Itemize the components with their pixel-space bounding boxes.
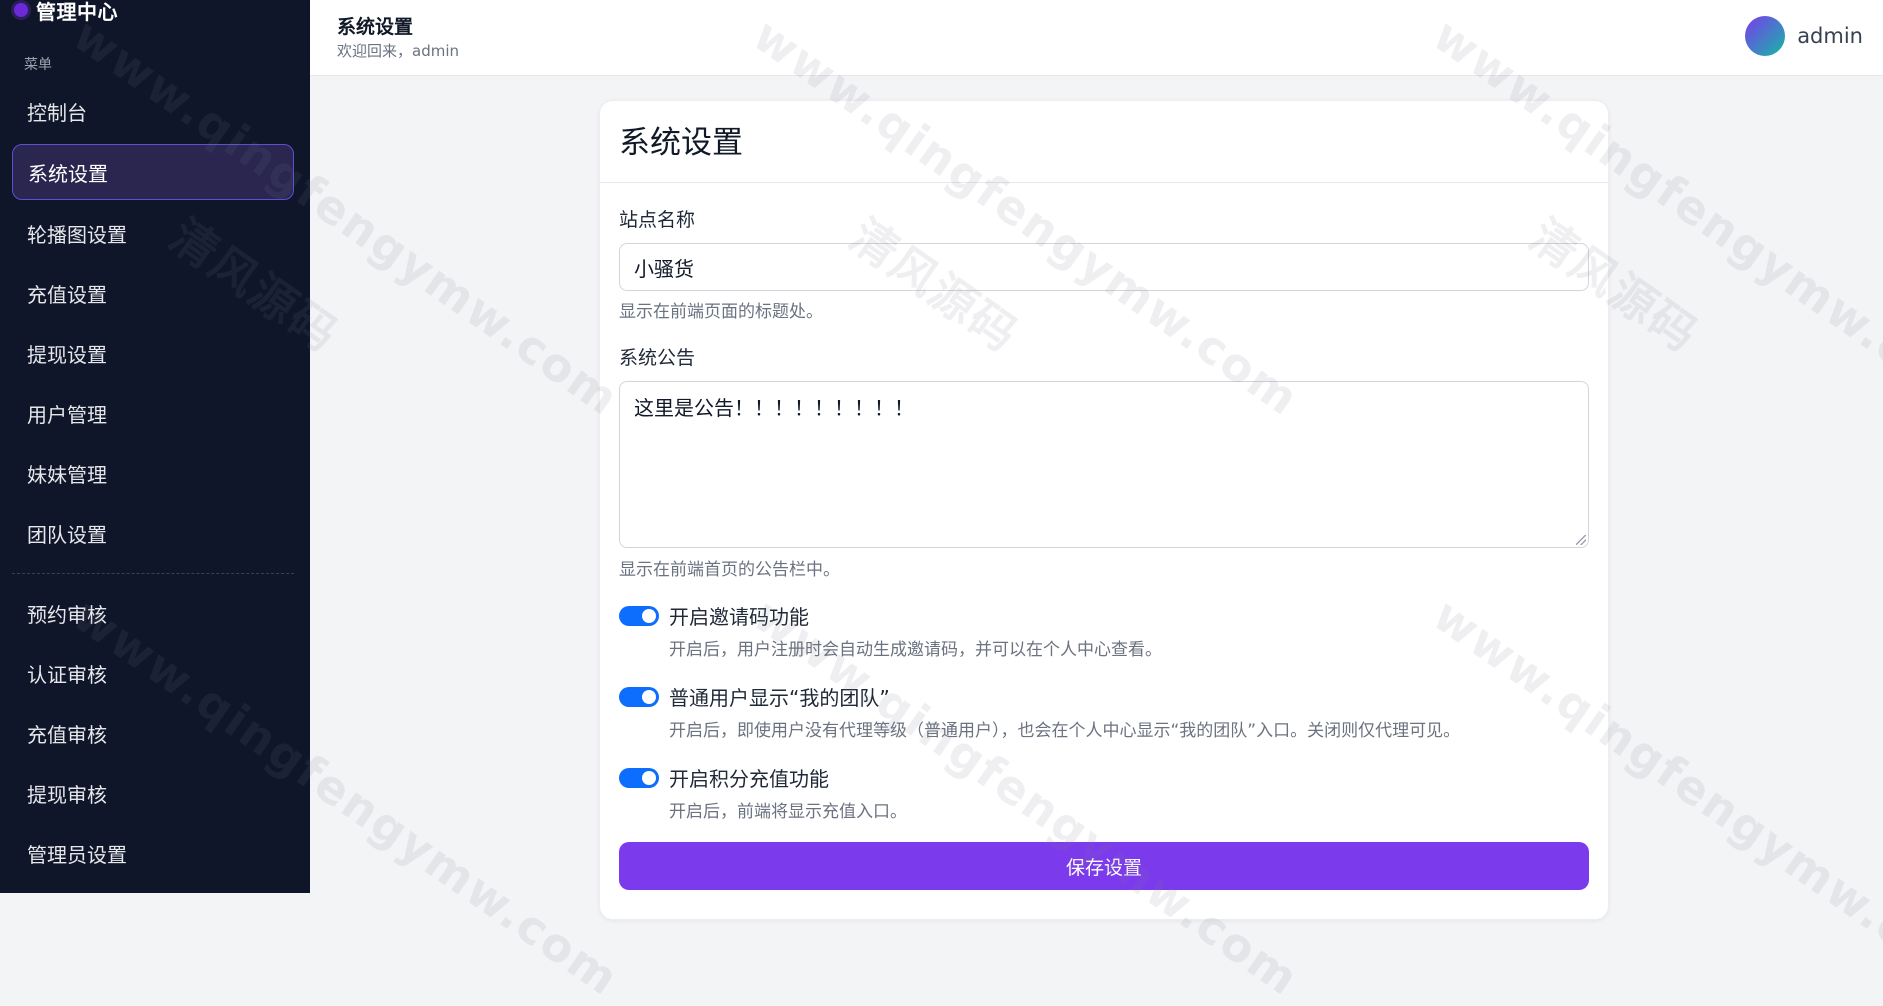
sidebar: 管理中心 菜单 控制台 系统设置 轮播图设置 充值设置 提现设置 用户管理 妹妹… [0, 0, 310, 893]
notice-value: 这里是公告！！！！！！！！！ [634, 396, 914, 420]
points-recharge-toggle-label[interactable]: 开启积分充值功能 [669, 763, 829, 792]
my-team-toggle-label[interactable]: 普通用户显示“我的团队” [669, 682, 890, 711]
top-header: 系统设置 欢迎回来，admin admin [310, 0, 1883, 76]
notice-label: 系统公告 [619, 347, 696, 369]
sidebar-item-withdraw-review[interactable]: 提现审核 [12, 765, 294, 821]
menu-divider [12, 573, 294, 574]
invite-code-toggle[interactable] [619, 605, 659, 626]
sidebar-item-sister-management[interactable]: 妹妹管理 [12, 445, 294, 501]
sidebar-item-dashboard[interactable]: 控制台 [12, 83, 294, 139]
brand-logo-icon [14, 3, 28, 17]
notice-help: 显示在前端首页的公告栏中。 [619, 560, 840, 580]
brand-title: 管理中心 [36, 0, 118, 24]
site-name-input[interactable]: 小骚货 [619, 243, 1589, 291]
toggle-knob [642, 608, 656, 623]
sidebar-item-recharge-settings[interactable]: 充值设置 [12, 265, 294, 321]
points-recharge-help: 开启后，前端将显示充值入口。 [669, 802, 907, 822]
sidebar-item-system-settings[interactable]: 系统设置 [12, 144, 294, 200]
menu-caption: 菜单 [24, 57, 52, 73]
welcome-text: 欢迎回来，admin [337, 42, 460, 60]
sidebar-item-admin-settings[interactable]: 管理员设置 [12, 825, 294, 881]
sidebar-item-verification-review[interactable]: 认证审核 [12, 645, 294, 701]
page-title: 系统设置 [337, 16, 414, 38]
user-menu[interactable]: admin [1745, 16, 1863, 56]
card-divider [600, 182, 1608, 183]
resize-handle-icon[interactable] [1576, 535, 1586, 545]
toggle-knob [642, 689, 656, 704]
username[interactable]: admin [1797, 24, 1863, 48]
site-name-label: 站点名称 [619, 209, 696, 231]
my-team-toggle-row: 普通用户显示“我的团队” [619, 682, 890, 711]
invite-code-help: 开启后，用户注册时会自动生成邀请码，并可以在个人中心查看。 [669, 640, 1162, 660]
toggle-knob [642, 770, 656, 785]
save-settings-button[interactable]: 保存设置 [619, 842, 1589, 890]
sidebar-item-user-management[interactable]: 用户管理 [12, 385, 294, 441]
site-name-help: 显示在前端页面的标题处。 [619, 302, 823, 322]
settings-card: 系统设置 站点名称 小骚货 显示在前端页面的标题处。 系统公告 这里是公告！！！… [599, 100, 1609, 920]
notice-textarea[interactable]: 这里是公告！！！！！！！！！ [619, 381, 1589, 548]
sidebar-item-carousel-settings[interactable]: 轮播图设置 [12, 205, 294, 261]
points-recharge-toggle[interactable] [619, 767, 659, 788]
invite-code-toggle-row: 开启邀请码功能 [619, 601, 809, 630]
site-name-value: 小骚货 [634, 256, 694, 281]
sidebar-item-recharge-review[interactable]: 充值审核 [12, 705, 294, 761]
invite-code-toggle-label[interactable]: 开启邀请码功能 [669, 601, 809, 630]
brand: 管理中心 [14, 0, 118, 24]
sidebar-item-team-settings[interactable]: 团队设置 [12, 505, 294, 561]
sidebar-item-withdraw-settings[interactable]: 提现设置 [12, 325, 294, 381]
my-team-help: 开启后，即使用户没有代理等级（普通用户），也会在个人中心显示“我的团队”入口。关… [669, 721, 1461, 741]
avatar[interactable] [1745, 16, 1786, 56]
my-team-toggle[interactable] [619, 686, 659, 707]
card-title: 系统设置 [619, 125, 743, 161]
points-recharge-toggle-row: 开启积分充值功能 [619, 763, 829, 792]
sidebar-item-booking-review[interactable]: 预约审核 [12, 585, 294, 641]
